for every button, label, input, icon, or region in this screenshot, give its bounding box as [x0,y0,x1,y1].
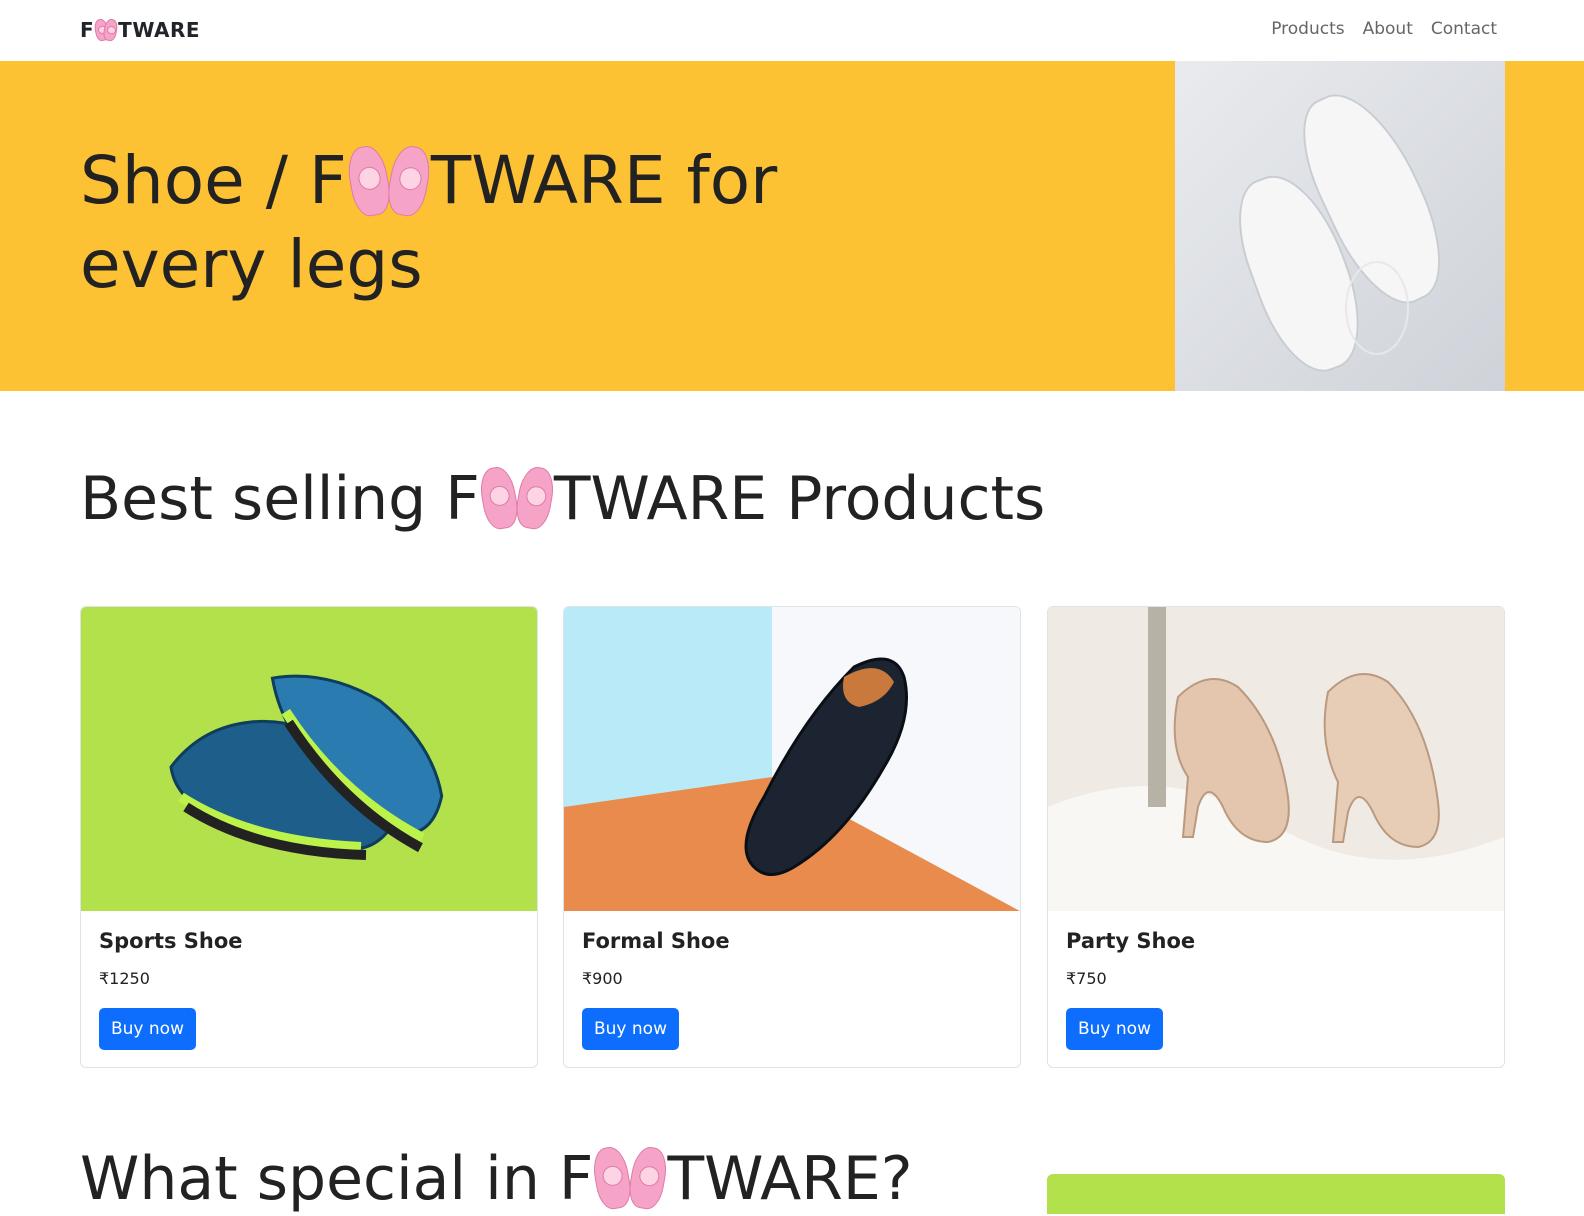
nav-link-products[interactable]: Products [1271,19,1344,39]
product-price: ₹900 [582,969,623,988]
nav-links: Products About Contact [1271,19,1497,39]
hero-title-part1: Shoe / F [80,142,347,219]
product-price: ₹750 [1066,969,1107,988]
hero-sneaker-image [1175,61,1505,391]
party-shoe-image [1048,607,1504,911]
ballet-shoes-icon [590,1144,671,1212]
ballet-shoes-icon [476,464,557,532]
product-card-formal: Formal Shoe ₹900 Buy now [563,606,1021,1068]
product-card-party: Party Shoe ₹750 Buy now [1047,606,1505,1068]
buy-now-button[interactable]: Buy now [1066,1008,1163,1050]
buy-now-button[interactable]: Buy now [582,1008,679,1050]
product-price: ₹1250 [99,969,150,988]
special-title-part1: What special in F [80,1144,594,1214]
nav-link-about[interactable]: About [1363,19,1413,39]
brand-logo[interactable]: F TWARE [80,17,200,43]
buy-now-button[interactable]: Buy now [99,1008,196,1050]
product-card-sports: Sports Shoe ₹1250 Buy now [80,606,538,1068]
formal-shoe-image [564,607,1020,911]
product-name: Formal Shoe [582,929,730,953]
sports-shoe-image [81,607,537,911]
ballet-shoes-icon [93,18,119,42]
brand-prefix: F [80,18,95,42]
hero-banner: Shoe / F TWARE for every legs [0,61,1584,391]
navbar: F TWARE Products About Contact [0,0,1584,61]
brand-suffix: TWARE [118,18,201,42]
best-selling-title: Best selling F TWARE Products [80,462,1045,536]
special-feature-card [1047,1174,1505,1214]
special-section-title: What special in F TWARE? [80,1142,913,1216]
ballet-shoes-icon [344,143,434,219]
best-selling-title-part1: Best selling F [80,464,480,534]
special-title-part2: TWARE? [667,1144,913,1214]
product-name: Sports Shoe [99,929,243,953]
product-name: Party Shoe [1066,929,1196,953]
nav-link-contact[interactable]: Contact [1431,19,1497,39]
best-selling-title-part2: TWARE Products [553,464,1046,534]
hero-title: Shoe / F TWARE for every legs [80,139,820,307]
